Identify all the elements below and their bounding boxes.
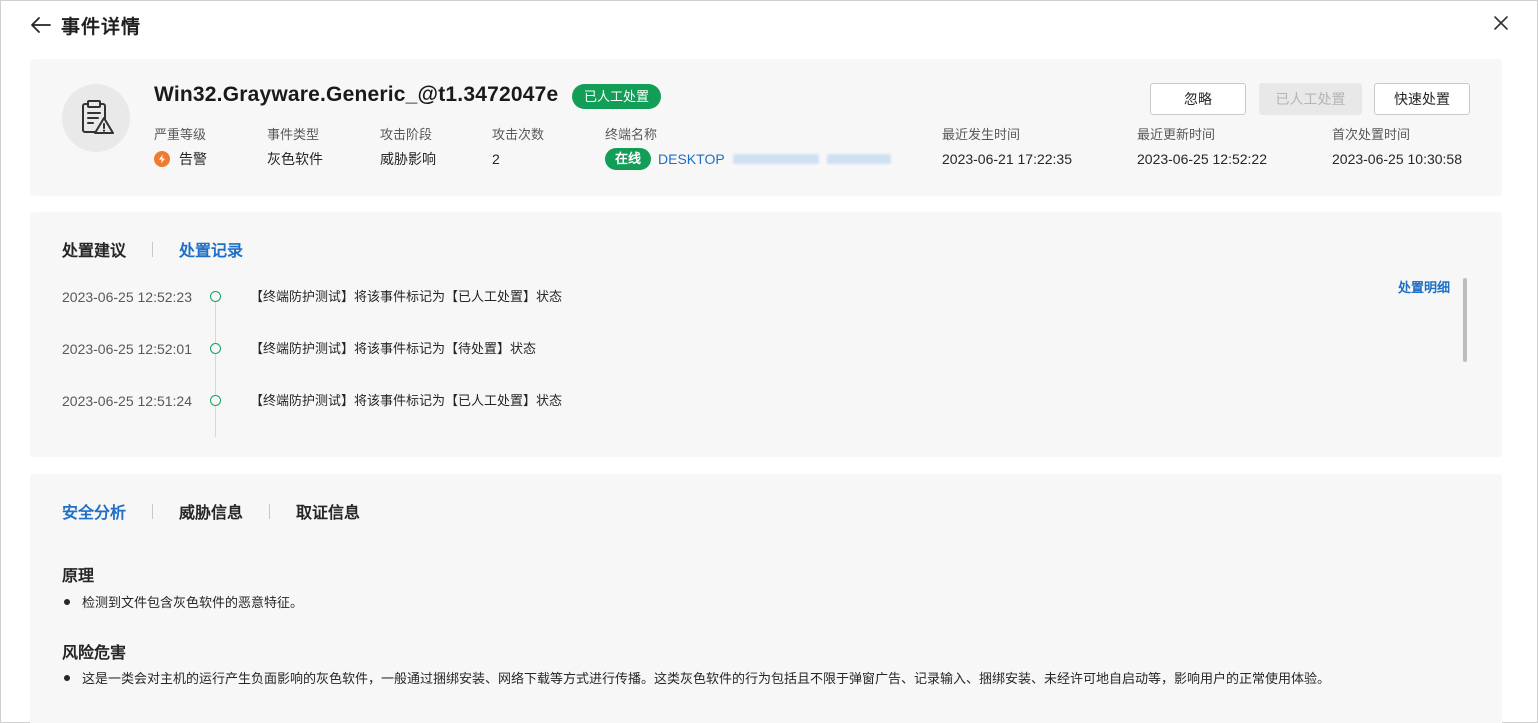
last-occur-value: 2023-06-21 17:22:35	[942, 151, 1072, 167]
online-badge: 在线	[605, 148, 652, 170]
tab-forensics-info[interactable]: 取证信息	[296, 499, 360, 523]
close-icon[interactable]	[1491, 13, 1511, 33]
timeline-dot	[210, 291, 221, 302]
last-occur-field: 最近发生时间 2023-06-21 17:22:35	[942, 124, 1072, 169]
lightning-icon	[154, 151, 170, 167]
timeline-item: 2023-06-25 12:51:24 【终端防护测试】将该事件标记为【已人工处…	[62, 388, 562, 440]
risk-text: 这是一类会对主机的运行产生负面影响的灰色软件，一般通过捆绑安装、网络下载等方式进…	[82, 671, 1331, 686]
event-summary-card: Win32.Grayware.Generic_@t1.3472047e 已人工处…	[30, 59, 1502, 196]
bullet-icon	[64, 674, 70, 681]
attack-stage-field: 攻击阶段 威胁影响	[380, 124, 436, 169]
principle-title: 原理	[62, 568, 95, 585]
quick-handle-button[interactable]: 快速处置	[1374, 83, 1470, 115]
first-handle-field: 首次处置时间 2023-06-25 10:30:58	[1332, 124, 1462, 169]
timeline-text: 【终端防护测试】将该事件标记为【待处置】状态	[250, 341, 537, 356]
timeline-time: 2023-06-25 12:52:01	[62, 341, 192, 357]
bullet-icon	[64, 598, 70, 605]
status-badge: 已人工处置	[572, 84, 662, 109]
attack-stage-label: 攻击阶段	[380, 127, 433, 142]
tab-records[interactable]: 处置记录	[179, 237, 243, 261]
timeline-text: 【终端防护测试】将该事件标记为【已人工处置】状态	[250, 393, 563, 408]
risk-item: 这是一类会对主机的运行产生负面影响的灰色软件，一般通过捆绑安装、网络下载等方式进…	[62, 668, 1330, 687]
analysis-tabs: 安全分析 威胁信息 取证信息	[62, 499, 360, 523]
severity-value: 告警	[179, 151, 207, 167]
timeline-item: 2023-06-25 12:52:23 【终端防护测试】将该事件标记为【已人工处…	[62, 284, 562, 336]
event-name: Win32.Grayware.Generic_@t1.3472047e	[154, 83, 559, 106]
tab-divider	[152, 241, 154, 257]
first-handle-label: 首次处置时间	[1332, 127, 1411, 142]
tab-divider	[152, 503, 154, 519]
first-handle-value: 2023-06-25 10:30:58	[1332, 151, 1462, 167]
last-update-label: 最近更新时间	[1137, 127, 1216, 142]
panel-header: 事件详情	[29, 11, 141, 39]
risk-title: 风险危害	[62, 645, 127, 662]
event-type-label: 事件类型	[267, 127, 320, 142]
event-detail-panel: 事件详情 Win32.Grayware.Generic_@t1.3472047e…	[0, 0, 1538, 723]
last-occur-label: 最近发生时间	[942, 127, 1021, 142]
attack-count-value: 2	[492, 151, 500, 167]
file-warning-icon	[62, 84, 130, 152]
scrollbar[interactable]	[1463, 278, 1467, 362]
terminal-label: 终端名称	[605, 127, 658, 142]
handling-records-card: 处置建议 处置记录 处置明细 2023-06-25 12:52:23 【终端防护…	[30, 212, 1502, 457]
event-type-field: 事件类型 灰色软件	[267, 124, 323, 169]
analysis-card: 安全分析 威胁信息 取证信息 原理 检测到文件包含灰色软件的恶意特征。 风险危害…	[30, 474, 1502, 723]
attack-stage-value: 威胁影响	[380, 151, 436, 167]
redacted-block	[826, 154, 891, 164]
timeline-dot	[210, 395, 221, 406]
event-type-value: 灰色软件	[267, 151, 323, 167]
timeline-text: 【终端防护测试】将该事件标记为【已人工处置】状态	[250, 289, 563, 304]
arrow-left-icon[interactable]	[29, 13, 53, 37]
terminal-field: 终端名称 在线 DESKTOP	[605, 124, 891, 170]
tab-divider	[269, 503, 271, 519]
handling-detail-link[interactable]: 处置明细	[1398, 277, 1450, 296]
manual-handled-button[interactable]: 已人工处置	[1259, 83, 1362, 115]
records-tabs: 处置建议 处置记录	[62, 237, 243, 261]
tab-threat-info[interactable]: 威胁信息	[179, 499, 243, 523]
timeline-dot	[210, 343, 221, 354]
last-update-field: 最近更新时间 2023-06-25 12:52:22	[1137, 124, 1267, 169]
redacted-block	[732, 154, 819, 164]
terminal-name-link[interactable]: DESKTOP	[658, 151, 725, 167]
principle-item: 检测到文件包含灰色软件的恶意特征。	[62, 592, 303, 611]
severity-label: 严重等级	[154, 127, 207, 142]
records-timeline: 2023-06-25 12:52:23 【终端防护测试】将该事件标记为【已人工处…	[62, 284, 562, 440]
timeline-item: 2023-06-25 12:52:01 【终端防护测试】将该事件标记为【待处置】…	[62, 336, 536, 388]
page-title: 事件详情	[61, 16, 142, 38]
principle-text: 检测到文件包含灰色软件的恶意特征。	[82, 595, 304, 610]
attack-count-field: 攻击次数 2	[492, 124, 544, 169]
severity-field: 严重等级 告警	[154, 124, 207, 169]
tab-suggestions[interactable]: 处置建议	[62, 237, 126, 261]
tab-security-analysis[interactable]: 安全分析	[62, 499, 126, 523]
ignore-button[interactable]: 忽略	[1150, 83, 1246, 115]
last-update-value: 2023-06-25 12:52:22	[1137, 151, 1267, 167]
attack-count-label: 攻击次数	[492, 127, 545, 142]
timeline-time: 2023-06-25 12:52:23	[62, 289, 192, 305]
timeline-time: 2023-06-25 12:51:24	[62, 393, 192, 409]
